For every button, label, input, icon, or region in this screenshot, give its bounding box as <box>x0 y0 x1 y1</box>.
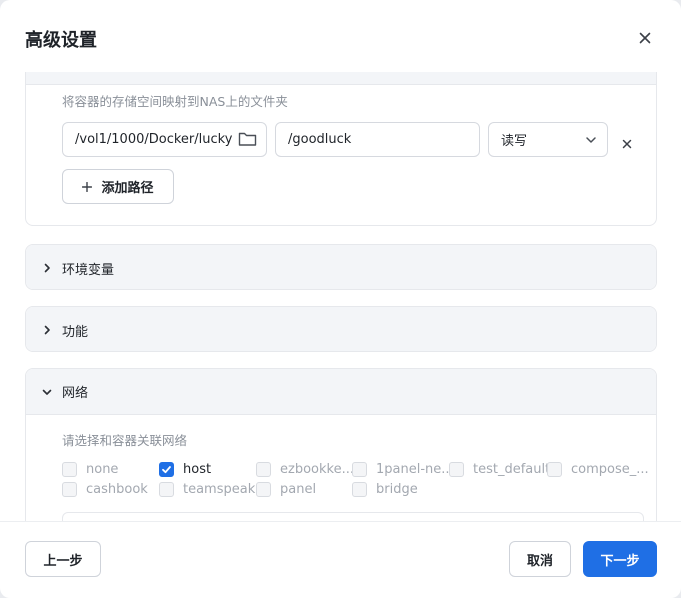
network-option[interactable]: bridge <box>352 482 418 497</box>
network-option[interactable]: 1panel-ne... <box>352 462 454 477</box>
checkbox-checked-icon[interactable] <box>159 462 174 477</box>
advanced-settings-dialog: 高级设置 将容器的存储空间映射到NAS上的文件夹 /vol1/1000/Dock… <box>0 0 681 598</box>
network-section-label: 网络 <box>62 386 89 401</box>
checkbox-icon[interactable] <box>352 462 367 477</box>
network-option[interactable]: panel <box>256 482 316 497</box>
checkbox-icon[interactable] <box>547 462 562 477</box>
network-panel-header[interactable]: 网络 <box>26 369 656 415</box>
add-path-button[interactable]: 添加路径 <box>62 169 174 204</box>
features-panel-header[interactable]: 功能 <box>26 307 656 351</box>
network-option[interactable]: teamspeak <box>159 482 255 497</box>
network-option-label: host <box>183 462 212 477</box>
storage-hint: 将容器的存储空间映射到NAS上的文件夹 <box>62 94 288 109</box>
network-option[interactable]: none <box>62 462 118 477</box>
network-option[interactable]: cashbook <box>62 482 148 497</box>
network-detail-box <box>62 512 644 521</box>
footer-divider <box>0 521 681 522</box>
add-path-label: 添加路径 <box>101 181 154 196</box>
chevron-right-icon <box>40 261 54 275</box>
network-option-label: compose_... <box>571 462 649 477</box>
network-option-label: ezbookke... <box>280 462 354 477</box>
network-option[interactable]: test_default <box>449 462 550 477</box>
checkbox-icon[interactable] <box>449 462 464 477</box>
network-option[interactable]: host <box>159 462 211 477</box>
network-option[interactable]: compose_... <box>547 462 649 477</box>
dialog-title: 高级设置 <box>25 30 97 51</box>
plus-icon <box>82 181 93 192</box>
storage-panel-header[interactable] <box>26 72 656 85</box>
chevron-down-icon <box>585 134 597 150</box>
chevron-down-icon <box>40 385 54 399</box>
checkbox-icon[interactable] <box>62 462 77 477</box>
network-option[interactable]: ezbookke... <box>256 462 354 477</box>
network-option-label: 1panel-ne... <box>376 462 454 477</box>
mode-value: 读写 <box>501 134 528 149</box>
checkbox-icon[interactable] <box>159 482 174 497</box>
network-option-label: bridge <box>376 482 418 497</box>
container-path-value: /goodluck <box>288 132 352 147</box>
network-option-label: test_default <box>473 462 551 477</box>
checkbox-icon[interactable] <box>256 462 271 477</box>
cancel-button[interactable]: 取消 <box>509 541 571 577</box>
network-option-label: cashbook <box>86 482 148 497</box>
network-option-label: none <box>86 462 119 477</box>
storage-panel: 将容器的存储空间映射到NAS上的文件夹 /vol1/1000/Docker/lu… <box>25 72 657 226</box>
env-panel-header[interactable]: 环境变量 <box>26 245 656 289</box>
env-section-label: 环境变量 <box>62 262 115 278</box>
checkbox-icon[interactable] <box>62 482 77 497</box>
features-panel: 功能 <box>25 306 657 352</box>
settings-scroll-area[interactable]: 将容器的存储空间映射到NAS上的文件夹 /vol1/1000/Docker/lu… <box>0 72 681 521</box>
features-section-label: 功能 <box>62 324 89 340</box>
folder-icon[interactable] <box>238 131 257 151</box>
remove-path-icon[interactable] <box>622 134 632 153</box>
next-step-button[interactable]: 下一步 <box>583 541 657 577</box>
network-hint: 请选择和容器关联网络 <box>62 433 188 448</box>
env-panel: 环境变量 <box>25 244 657 290</box>
mode-select[interactable]: 读写 <box>488 122 608 157</box>
chevron-right-icon <box>40 323 54 337</box>
network-option-label: panel <box>280 482 317 497</box>
prev-step-button[interactable]: 上一步 <box>25 541 101 577</box>
checkbox-icon[interactable] <box>352 482 367 497</box>
close-icon[interactable] <box>634 27 656 49</box>
network-option-label: teamspeak <box>183 482 256 497</box>
network-panel: 网络 请选择和容器关联网络 none host ezbookke... 1panel-… <box>25 368 657 521</box>
host-path-input[interactable]: /vol1/1000/Docker/lucky <box>62 122 267 157</box>
checkbox-icon[interactable] <box>256 482 271 497</box>
container-path-input[interactable]: /goodluck <box>275 122 480 157</box>
host-path-value: /vol1/1000/Docker/lucky <box>75 132 233 147</box>
